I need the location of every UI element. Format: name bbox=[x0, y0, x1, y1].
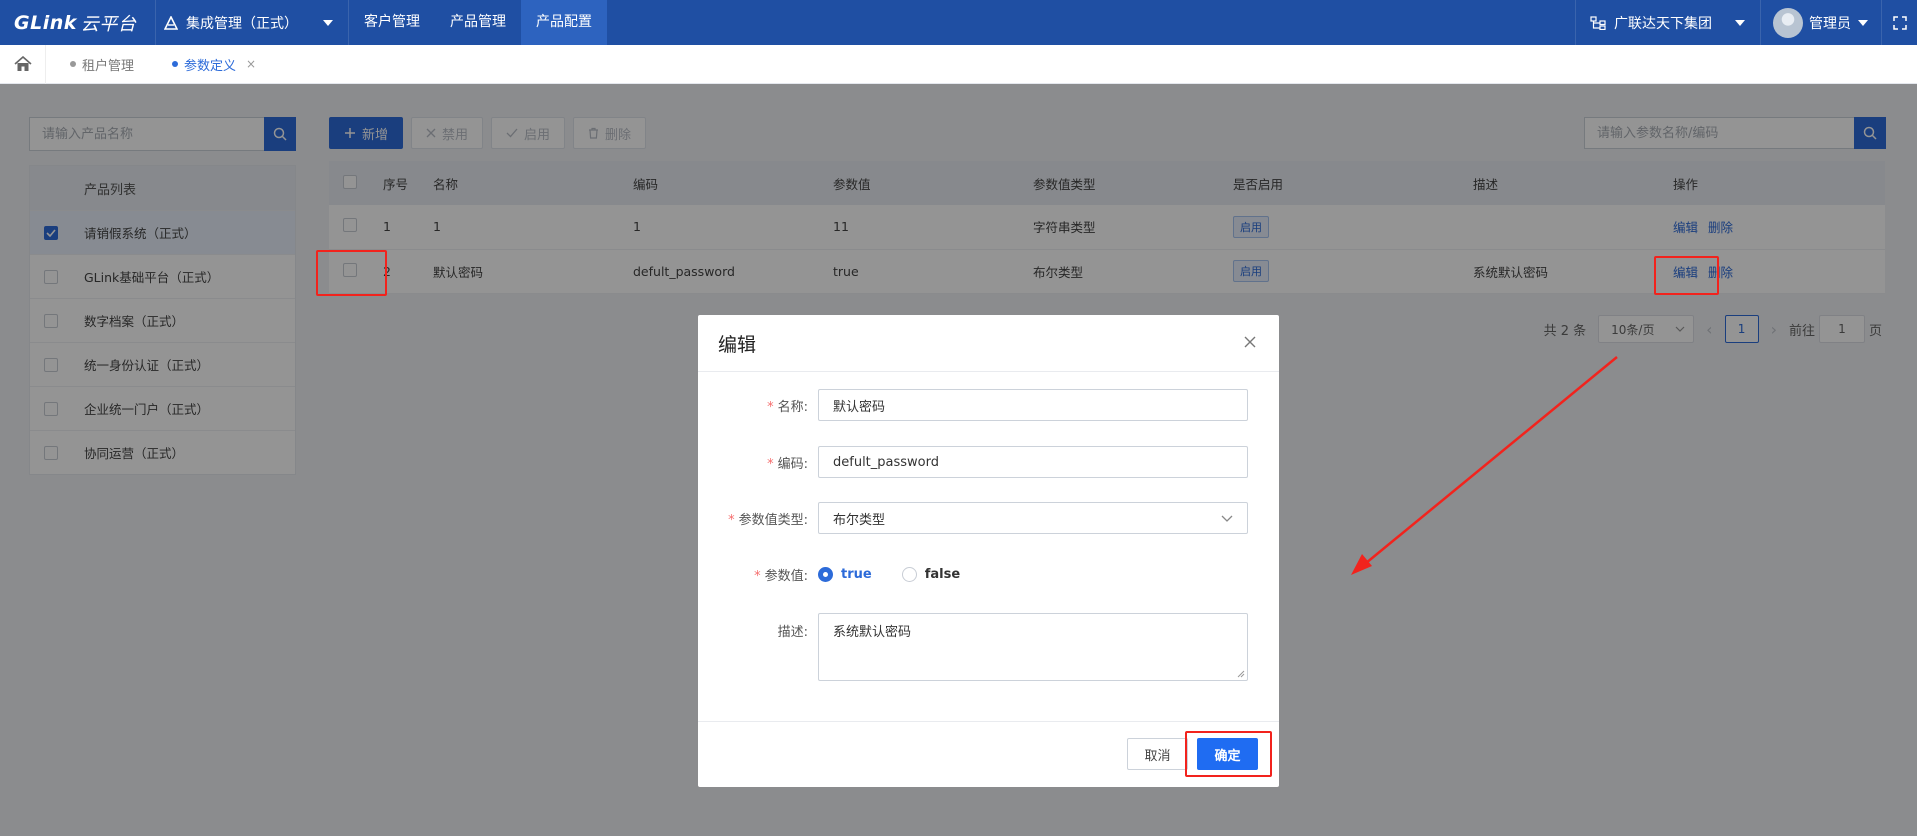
type-select[interactable]: 布尔类型 bbox=[818, 502, 1248, 534]
top-nav-bar: GLink 云平台 集成管理（正式） 客户管理 产品管理 产品配置 广联达天下集… bbox=[0, 0, 1917, 45]
caret-down-icon bbox=[1735, 19, 1745, 26]
radio-true[interactable]: true bbox=[818, 566, 872, 582]
logo-subtitle: 云平台 bbox=[80, 13, 137, 35]
name-label: * 名称: bbox=[698, 396, 818, 415]
form-row-type: * 参数值类型: 布尔类型 bbox=[698, 502, 1248, 534]
home-icon bbox=[13, 56, 32, 71]
resize-handle-icon[interactable] bbox=[1237, 670, 1245, 678]
description-text: 系统默认密码 bbox=[833, 625, 912, 640]
radio-false-dot bbox=[901, 566, 917, 582]
user-menu[interactable]: 管理员 bbox=[1760, 0, 1881, 45]
system-icon bbox=[164, 15, 178, 30]
required-mark: * bbox=[728, 512, 735, 528]
close-icon[interactable] bbox=[1241, 333, 1259, 351]
page-tab-bar: 租户管理 参数定义 × bbox=[0, 44, 1917, 84]
tab-dot bbox=[70, 61, 76, 67]
avatar bbox=[1773, 7, 1803, 38]
system-switcher[interactable]: 集成管理（正式） bbox=[155, 0, 349, 45]
nav-product-management[interactable]: 产品管理 bbox=[435, 0, 521, 45]
cancel-button[interactable]: 取消 bbox=[1127, 738, 1188, 770]
system-switcher-label: 集成管理（正式） bbox=[186, 15, 298, 32]
tab-tenant-management[interactable]: 租户管理 bbox=[46, 45, 148, 84]
code-label-text: 编码: bbox=[777, 456, 808, 472]
logo-text: GLink bbox=[14, 11, 77, 34]
name-field[interactable]: 默认密码 bbox=[818, 389, 1248, 421]
value-label: * 参数值: bbox=[698, 565, 818, 584]
code-label: * 编码: bbox=[698, 453, 818, 472]
required-mark: * bbox=[767, 456, 774, 472]
highlight-edit-link bbox=[1654, 256, 1719, 295]
dialog-title: 编辑 bbox=[698, 315, 1279, 372]
radio-true-dot bbox=[818, 566, 833, 582]
value-label-text: 参数值: bbox=[764, 568, 808, 584]
caret-down-icon bbox=[323, 19, 333, 26]
chevron-down-icon bbox=[1221, 515, 1233, 522]
user-name: 管理员 bbox=[1809, 15, 1851, 32]
radio-false[interactable]: false bbox=[901, 566, 961, 582]
home-button[interactable] bbox=[0, 44, 46, 84]
tab-close-icon[interactable]: × bbox=[246, 57, 256, 71]
tab-label: 租户管理 bbox=[82, 58, 135, 74]
top-right-area: 广联达天下集团 管理员 bbox=[1575, 0, 1917, 45]
tab-parameter-definition[interactable]: 参数定义 × bbox=[148, 45, 270, 84]
edit-dialog: 编辑 * 名称: 默认密码 * 编码: defult_password * 参数值类型… bbox=[698, 315, 1279, 787]
nav-customer-management[interactable]: 客户管理 bbox=[349, 0, 435, 45]
code-field[interactable]: defult_password bbox=[818, 446, 1248, 478]
highlight-row-checkbox bbox=[316, 250, 387, 296]
required-mark: * bbox=[767, 399, 774, 415]
desc-label: 描述: bbox=[777, 625, 808, 640]
form-row-name: * 名称: 默认密码 bbox=[698, 389, 1248, 421]
radio-true-label: true bbox=[841, 566, 872, 582]
fullscreen-button[interactable] bbox=[1881, 0, 1917, 45]
org-switcher[interactable]: 广联达天下集团 bbox=[1575, 0, 1760, 45]
required-mark: * bbox=[754, 568, 761, 584]
tab-label: 参数定义 bbox=[184, 58, 237, 74]
org-name: 广联达天下集团 bbox=[1614, 15, 1712, 32]
form-row-value: * 参数值: true false bbox=[698, 558, 990, 590]
name-label-text: 名称: bbox=[777, 399, 808, 415]
caret-down-icon bbox=[1858, 19, 1868, 26]
type-label-text: 参数值类型: bbox=[738, 512, 808, 528]
form-row-desc: 描述: 系统默认密码 bbox=[698, 613, 1248, 681]
type-select-value: 布尔类型 bbox=[833, 512, 886, 528]
highlight-confirm-button bbox=[1185, 731, 1272, 777]
description-textarea[interactable]: 系统默认密码 bbox=[818, 613, 1248, 681]
org-tree-icon bbox=[1590, 15, 1606, 30]
nav-product-config[interactable]: 产品配置 bbox=[521, 0, 607, 45]
radio-false-label: false bbox=[924, 566, 961, 582]
app-logo[interactable]: GLink 云平台 bbox=[0, 10, 155, 36]
type-label: * 参数值类型: bbox=[698, 509, 818, 528]
form-row-code: * 编码: defult_password bbox=[698, 446, 1248, 478]
tab-dot bbox=[172, 61, 179, 67]
fullscreen-icon bbox=[1892, 15, 1907, 30]
